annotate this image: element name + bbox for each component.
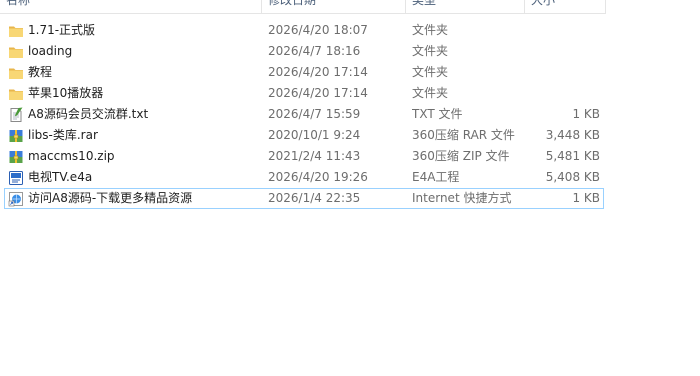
archive-icon: [8, 128, 24, 144]
file-date: 2026/4/7 15:59: [268, 107, 361, 121]
file-type: 文件夹: [412, 44, 449, 58]
e4a-project-icon: [8, 170, 24, 186]
folder-icon: [8, 44, 24, 60]
file-size: [530, 83, 600, 104]
file-type: E4A工程: [412, 170, 460, 184]
file-size: 5,481 KB: [545, 149, 600, 163]
file-row-tv-e4a[interactable]: 电视TV.e4a 2026/4/20 19:26 E4A工程 5,408 KB: [4, 167, 604, 188]
file-size: [530, 20, 600, 41]
file-type: TXT 文件: [412, 107, 463, 121]
file-date: 2020/10/1 9:24: [268, 128, 361, 142]
file-type: Internet 快捷方式: [412, 191, 512, 205]
file-row-loading-folder[interactable]: loading 2026/4/7 18:16 文件夹: [4, 41, 604, 62]
file-row-tutorial-folder[interactable]: 教程 2026/4/20 17:14 文件夹: [4, 62, 604, 83]
file-type: 文件夹: [412, 23, 449, 37]
file-size: 5,408 KB: [545, 170, 600, 184]
file-type: 文件夹: [412, 86, 449, 100]
file-row-1.71-release-folder[interactable]: 1.71-正式版 2026/4/20 18:07 文件夹: [4, 20, 604, 41]
file-name: A8源码会员交流群.txt: [28, 107, 149, 121]
column-header-name[interactable]: 名称: [0, 0, 262, 13]
file-date: 2026/4/20 17:14: [268, 86, 368, 100]
file-name: 电视TV.e4a: [28, 170, 93, 184]
file-name: 教程: [28, 65, 53, 79]
file-name: libs-类库.rar: [28, 128, 98, 142]
file-row-maccms10-zip[interactable]: maccms10.zip 2021/2/4 11:43 360压缩 ZIP 文件…: [4, 146, 604, 167]
file-date: 2026/4/20 19:26: [268, 170, 368, 184]
file-row-visit-a8-shortcut[interactable]: 访问A8源码-下载更多精品资源 2026/1/4 22:35 Internet …: [4, 188, 604, 209]
file-explorer-details-view: 名称 修改日期 类型 大小 1.71-正式版 2026/4/20 18:07 文…: [0, 0, 700, 376]
file-size: [530, 62, 600, 83]
file-date: 2026/4/7 18:16: [268, 44, 361, 58]
file-date: 2021/2/4 11:43: [268, 149, 361, 163]
file-type: 360压缩 RAR 文件: [412, 128, 515, 142]
archive-icon: [8, 149, 24, 165]
file-size: 1 KB: [572, 191, 600, 205]
column-header: 名称 修改日期 类型 大小: [0, 0, 606, 14]
column-header-date-modified[interactable]: 修改日期: [262, 0, 406, 13]
file-type: 文件夹: [412, 65, 449, 79]
file-date: 2026/4/20 17:14: [268, 65, 368, 79]
internet-shortcut-icon: [8, 191, 24, 207]
folder-icon: [8, 65, 24, 81]
file-size: 3,448 KB: [545, 128, 600, 142]
file-name: maccms10.zip: [28, 149, 115, 163]
file-name: 1.71-正式版: [28, 23, 96, 37]
file-size: 1 KB: [572, 107, 600, 121]
folder-icon: [8, 23, 24, 39]
file-name: 访问A8源码-下载更多精品资源: [28, 191, 193, 205]
file-list: 1.71-正式版 2026/4/20 18:07 文件夹 loading 202…: [4, 20, 604, 209]
column-header-size[interactable]: 大小: [525, 0, 606, 13]
file-date: 2026/1/4 22:35: [268, 191, 361, 205]
file-date: 2026/4/20 18:07: [268, 23, 368, 37]
folder-icon: [8, 86, 24, 102]
file-row-member-group-txt[interactable]: A8源码会员交流群.txt 2026/4/7 15:59 TXT 文件 1 KB: [4, 104, 604, 125]
text-file-icon: [8, 107, 24, 123]
column-header-type[interactable]: 类型: [406, 0, 525, 13]
file-type: 360压缩 ZIP 文件: [412, 149, 510, 163]
file-name: loading: [28, 44, 73, 58]
file-row-apple10-player-folder[interactable]: 苹果10播放器 2026/4/20 17:14 文件夹: [4, 83, 604, 104]
file-row-libs-rar[interactable]: libs-类库.rar 2020/10/1 9:24 360压缩 RAR 文件 …: [4, 125, 604, 146]
file-size: [530, 41, 600, 62]
file-name: 苹果10播放器: [28, 86, 104, 100]
